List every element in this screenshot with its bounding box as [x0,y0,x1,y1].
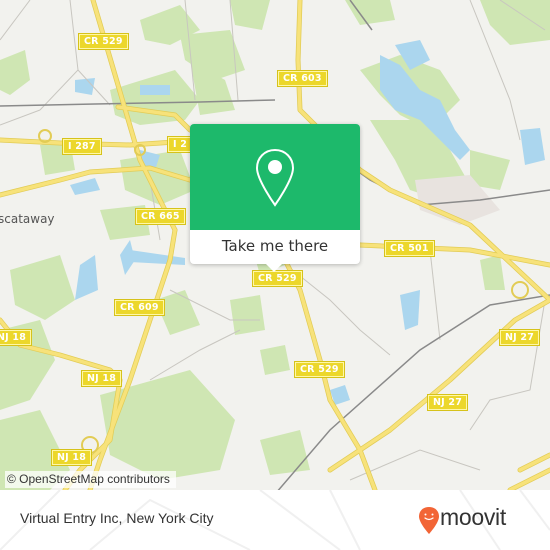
road-shield-i287: I 2 [166,136,194,153]
road-shield-cr609: CR 609 [114,299,165,316]
map-canvas[interactable]: CR 529 CR 603 I 287 I 2 CR 665 CR 501 CR… [0,0,550,490]
road-shield-cr529: CR 529 [78,33,129,50]
road-shield-nj18: NJ 18 [0,329,33,346]
place-label-piscataway: scataway [0,212,55,226]
road-shield-cr501: CR 501 [384,240,435,257]
popup-pointer [265,263,283,272]
road-shield-cr603: CR 603 [277,70,328,87]
map-attribution[interactable]: © OpenStreetMap contributors [5,471,176,488]
road-shield-cr529: CR 529 [252,270,303,287]
take-me-there-button[interactable]: Take me there [190,230,360,264]
footer-bar: Virtual Entry Inc, New York City moovit [0,490,550,550]
road-shield-nj27: NJ 27 [498,329,541,346]
location-title: Virtual Entry Inc, New York City [20,510,214,526]
moovit-wordmark: moovit [440,504,506,530]
road-shield-cr665: CR 665 [135,208,186,225]
moovit-pin-icon [419,507,439,534]
popup-header [190,124,360,230]
road-shield-i287: I 287 [62,138,102,155]
location-pin-icon [255,148,295,207]
road-shield-nj27: NJ 27 [426,394,469,411]
road-shield-nj18: NJ 18 [50,449,93,466]
road-shield-cr529: CR 529 [294,361,345,378]
destination-popup: Take me there [190,124,360,272]
road-shield-nj18: NJ 18 [80,370,123,387]
